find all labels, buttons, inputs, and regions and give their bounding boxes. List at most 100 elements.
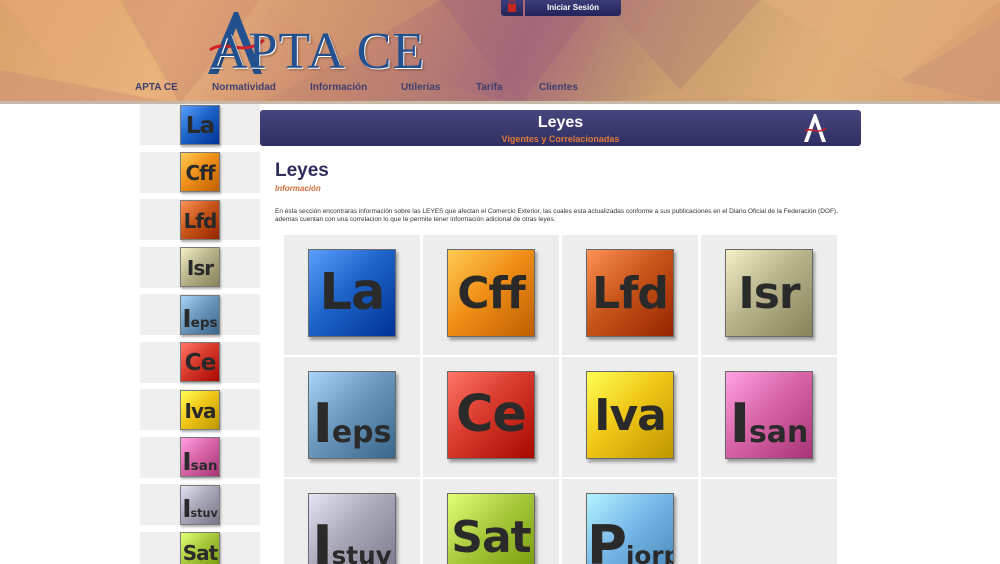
law-abbreviation-main: Iva	[184, 398, 217, 423]
law-abbreviation: Ce	[448, 385, 534, 444]
nav-normatividad[interactable]: Normatividad	[212, 82, 276, 93]
law-abbreviation: Istuv	[309, 513, 395, 564]
nav-clientes[interactable]: Clientes	[539, 82, 578, 93]
law-abbreviation-main: Sat	[451, 511, 531, 563]
law-abbreviation-main: I	[729, 391, 750, 456]
law-abbreviation-suffix: stuv	[331, 541, 392, 564]
law-abbreviation-main: Ce	[184, 349, 217, 377]
law-tile-icon: Cff	[447, 249, 535, 337]
law-abbreviation-main: P	[587, 513, 627, 564]
law-tile-icon: Iva	[586, 371, 674, 459]
law-abbreviation-main: Cff	[185, 161, 215, 185]
sidebar-law-item[interactable]: Isr	[140, 246, 260, 291]
sidebar-law-item[interactable]: La	[140, 104, 260, 148]
law-abbreviation-suffix: eps	[331, 415, 392, 451]
law-tile-icon: La	[308, 249, 396, 337]
laws-grid: LaCffLfdIsrIepsCeIvaIsanIstuvSatPiorpi	[284, 235, 838, 564]
nav-tarifa[interactable]: Tarifa	[476, 82, 503, 93]
law-abbreviation: Cff	[448, 268, 534, 319]
law-abbreviation: Ce	[181, 349, 219, 376]
section-title: Leyes	[537, 114, 584, 131]
law-abbreviation: Sat	[181, 541, 219, 564]
law-tile-icon: Istuv	[180, 484, 220, 525]
law-abbreviation: Lfd	[587, 268, 673, 319]
law-abbreviation-main: Lfd	[592, 267, 669, 319]
nav-informacion[interactable]: Información	[310, 82, 367, 93]
law-abbreviation: Cff	[181, 161, 219, 185]
law-abbreviation-main: Isr	[186, 256, 214, 280]
law-grid-cell[interactable]: Isr	[701, 235, 837, 355]
law-tile-icon: Isr	[725, 249, 813, 337]
sidebar-law-item[interactable]: Iva	[140, 389, 260, 433]
site-header: APTA CE Iniciar Sesión APTA CE Normativi…	[0, 0, 1000, 104]
law-grid-cell[interactable]: Sat	[423, 479, 559, 564]
law-abbreviation: Lfd	[181, 209, 219, 233]
apta-ce-logo[interactable]: APTA CE	[200, 10, 440, 80]
nav-apta-ce[interactable]: APTA CE	[135, 82, 178, 93]
law-abbreviation: Isr	[726, 268, 812, 319]
sidebar-law-item[interactable]: Cff	[140, 151, 260, 196]
law-abbreviation: Istuv	[181, 494, 219, 523]
law-abbreviation-suffix: san	[190, 457, 218, 474]
law-tile-icon: Isan	[725, 371, 813, 459]
law-grid-cell[interactable]: La	[284, 235, 420, 355]
login-button[interactable]: Iniciar Sesión	[525, 0, 621, 16]
law-tile-icon: Lfd	[586, 249, 674, 337]
law-abbreviation-suffix: eps	[190, 315, 218, 332]
main-nav: APTA CE Normatividad Información Utilerí…	[0, 82, 1000, 96]
login-area: Iniciar Sesión	[501, 0, 621, 16]
sidebar-law-item[interactable]: Sat	[140, 531, 260, 564]
mini-logo-icon	[804, 114, 827, 142]
law-abbreviation-main: I	[182, 446, 191, 476]
law-grid-cell[interactable]: Iva	[562, 357, 698, 477]
section-subtitle: Vigentes y Correlacionadas	[501, 134, 620, 144]
law-tile-icon: Ce	[180, 342, 220, 382]
sidebar-law-list: La Cff Lfd Isr Ieps Ce Iva Isan Istuv Sat	[140, 104, 260, 564]
law-tile-icon: Sat	[180, 532, 220, 564]
sidebar-law-item[interactable]: Lfd	[140, 199, 260, 243]
lock-icon[interactable]	[501, 0, 523, 16]
law-abbreviation-main: La	[185, 111, 215, 139]
section-title-bar: Leyes Vigentes y Correlacionadas	[260, 110, 861, 146]
law-tile-icon: Isr	[180, 247, 220, 287]
logo-text: APTA CE	[210, 23, 426, 80]
nav-utilerias[interactable]: Utilerías	[401, 82, 440, 93]
law-abbreviation-main: Sat	[182, 541, 218, 564]
law-abbreviation-main: Cff	[457, 267, 526, 319]
law-abbreviation: Sat	[448, 512, 534, 563]
law-abbreviation: La	[309, 263, 395, 322]
law-grid-cell[interactable]: Piorpi	[562, 479, 698, 564]
law-tile-icon: Ce	[447, 371, 535, 459]
law-grid-cell[interactable]: Cff	[423, 235, 559, 355]
law-abbreviation: Isr	[181, 256, 219, 280]
sidebar-law-item[interactable]: Ieps	[140, 294, 260, 338]
law-grid-cell[interactable]: Ce	[423, 357, 559, 477]
law-abbreviation: Isan	[726, 391, 812, 455]
law-tile-icon: Iva	[180, 389, 220, 430]
law-tile-icon: Cff	[180, 152, 220, 192]
law-abbreviation-main: I	[312, 391, 333, 456]
law-grid-cell[interactable]: Istuv	[284, 479, 420, 564]
law-tile-icon: La	[180, 104, 220, 145]
law-abbreviation-main: Lfd	[183, 208, 218, 233]
law-tile-icon: Istuv	[308, 493, 396, 564]
law-grid-cell[interactable]: Lfd	[562, 235, 698, 355]
law-abbreviation: Iva	[587, 390, 673, 441]
law-abbreviation-main: La	[319, 263, 386, 323]
law-abbreviation: Piorpi	[587, 513, 673, 564]
law-abbreviation: Iva	[181, 399, 219, 423]
law-abbreviation: Isan	[181, 447, 219, 476]
law-abbreviation-suffix: iorpi	[625, 541, 673, 564]
law-abbreviation-main: I	[312, 513, 332, 564]
law-abbreviation-main: Ce	[455, 385, 527, 445]
law-grid-cell[interactable]: Ieps	[284, 357, 420, 477]
sidebar-law-item[interactable]: Isan	[140, 436, 260, 481]
law-abbreviation-suffix: san	[749, 415, 809, 451]
page-description: En ésta sección encontraras información …	[275, 208, 838, 223]
sidebar-law-item[interactable]: Ce	[140, 341, 260, 386]
sidebar-law-item[interactable]: Istuv	[140, 484, 260, 528]
law-abbreviation-suffix: stuv	[190, 507, 218, 521]
law-tile-icon: Ieps	[180, 294, 220, 335]
law-grid-cell[interactable]: Isan	[701, 357, 837, 477]
law-abbreviation-main: I	[182, 304, 191, 334]
